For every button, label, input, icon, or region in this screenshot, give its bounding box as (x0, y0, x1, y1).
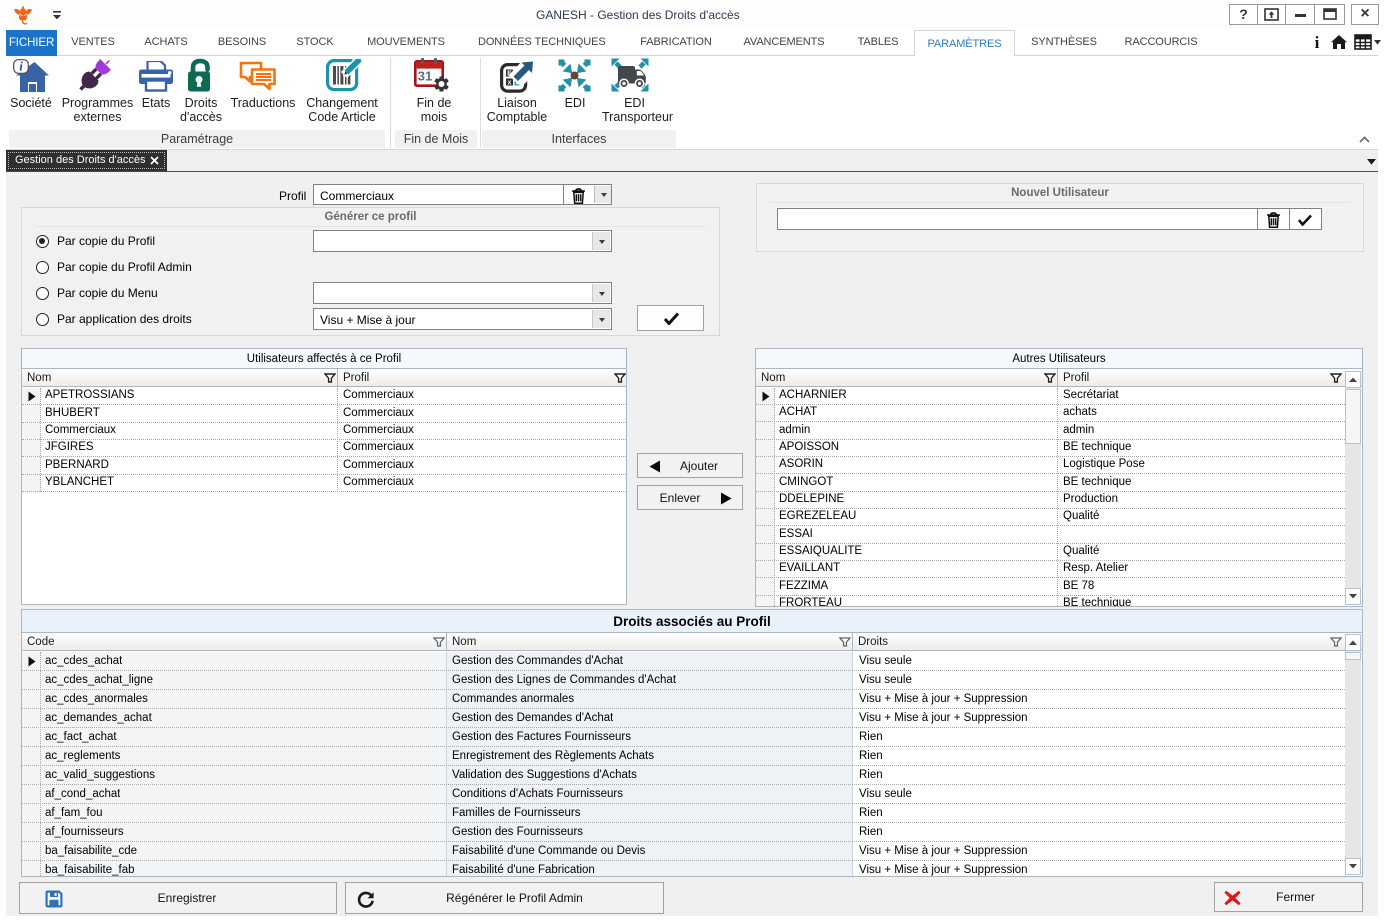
svg-text:x: x (508, 80, 512, 87)
svg-text:31: 31 (418, 69, 432, 84)
svg-text:i: i (19, 59, 23, 74)
